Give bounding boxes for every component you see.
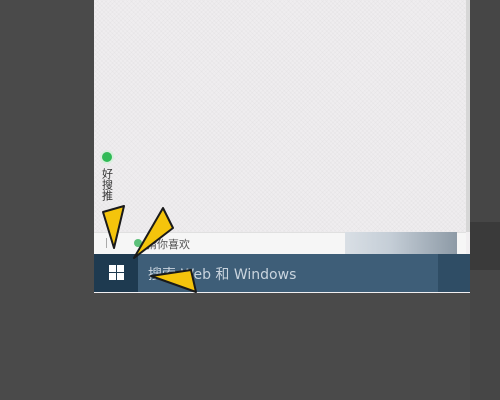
news-bar-text[interactable]: 猜你喜欢 xyxy=(146,236,190,252)
news-bar-icon xyxy=(106,238,114,248)
news-dot-icon xyxy=(134,239,142,247)
windows-logo-icon xyxy=(109,265,124,280)
side-widget[interactable]: 好搜推 xyxy=(96,146,118,220)
green-status-icon xyxy=(102,152,112,162)
widget-label: 好搜推 xyxy=(100,168,114,201)
taskbar: 搜索 Web 和 Windows xyxy=(94,254,470,292)
search-placeholder: 搜索 Web 和 Windows xyxy=(148,267,297,283)
vertical-scrollbar[interactable] xyxy=(466,0,470,232)
search-box[interactable]: 搜索 Web 和 Windows xyxy=(138,254,438,292)
desktop-background-right xyxy=(470,0,500,400)
taskbar-tray xyxy=(438,254,470,292)
start-button[interactable] xyxy=(94,254,138,292)
adjacent-panel xyxy=(468,222,500,270)
page-content xyxy=(94,0,466,232)
